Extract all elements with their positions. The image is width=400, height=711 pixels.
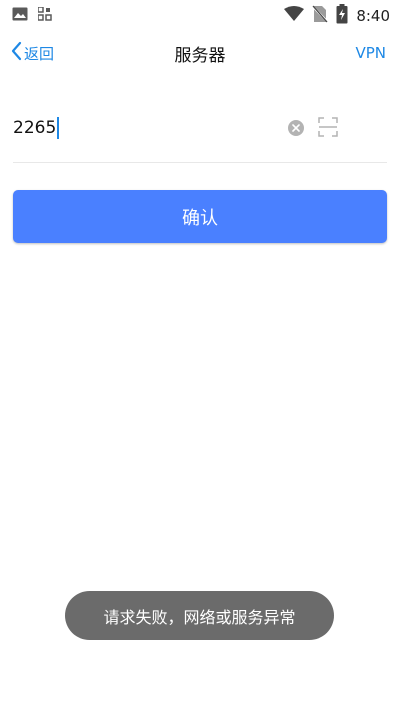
toast-message: 请求失败，网络或服务异常: [65, 591, 334, 640]
confirm-button[interactable]: 确认: [13, 190, 387, 243]
wifi-icon: [284, 6, 305, 26]
scan-icon[interactable]: [318, 117, 338, 141]
clear-icon[interactable]: [288, 120, 304, 140]
image-icon: [12, 6, 28, 25]
status-bar: 8:40: [0, 0, 400, 27]
server-input-row: 2265: [13, 100, 387, 163]
qr-app-icon: [37, 6, 52, 25]
no-sim-icon: [311, 5, 330, 27]
server-input-value: 2265: [13, 118, 57, 138]
page-title: 服务器: [174, 46, 226, 66]
nav-header: 返回 服务器 VPN: [0, 27, 400, 83]
battery-charging-icon: [336, 4, 348, 28]
clock: 8:40: [356, 7, 390, 25]
vpn-button[interactable]: VPN: [355, 44, 386, 62]
server-input[interactable]: 2265: [13, 117, 60, 139]
text-cursor: [57, 117, 60, 139]
